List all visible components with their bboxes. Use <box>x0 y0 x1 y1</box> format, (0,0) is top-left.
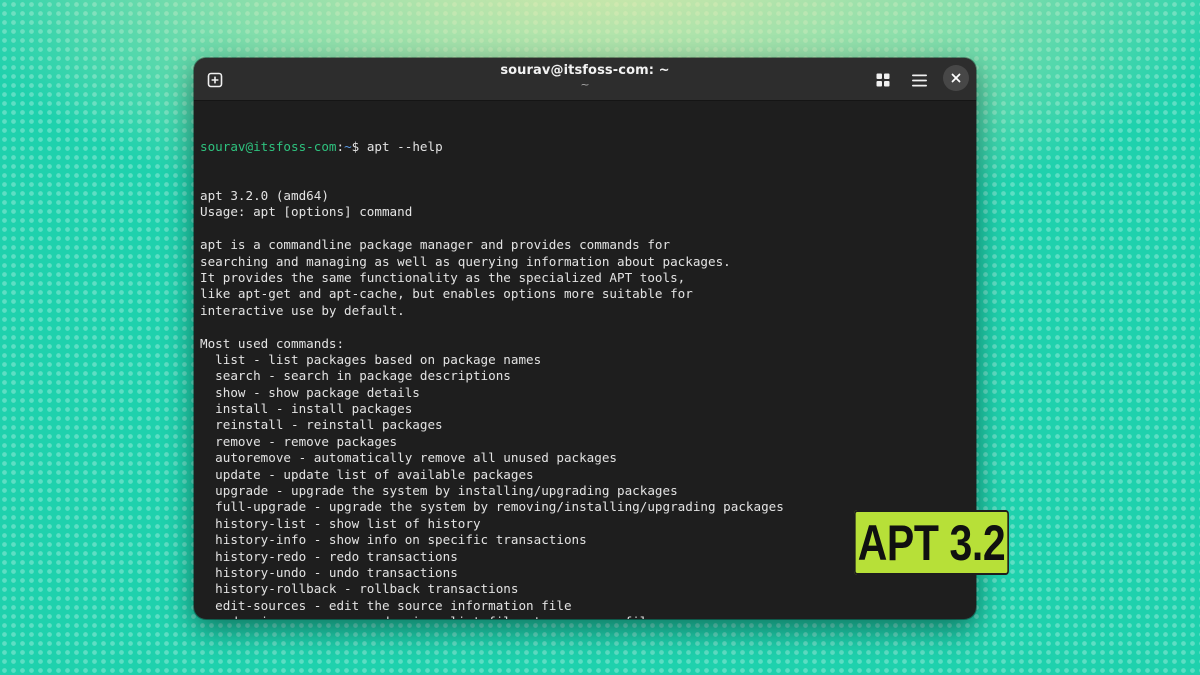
output-line: show - show package details <box>200 384 420 400</box>
output-line: like apt-get and apt-cache, but enables … <box>200 286 693 302</box>
output-line: install - install packages <box>200 401 413 417</box>
close-button[interactable] <box>943 65 969 91</box>
output-line: reinstall - reinstall packages <box>200 417 443 433</box>
prompt-command: apt --help <box>366 138 443 154</box>
hamburger-menu-icon <box>911 74 927 86</box>
tab-overview-grid-icon <box>876 73 890 87</box>
output-line: history-rollback - rollback transactions <box>200 581 519 597</box>
main-menu-button[interactable] <box>906 67 932 93</box>
output-line: Most used commands: <box>200 335 345 351</box>
output-line: autoremove - automatically remove all un… <box>200 450 618 466</box>
output-line: remove - remove packages <box>200 433 398 449</box>
output-line: modernize-sources - modernize .list file… <box>200 614 976 619</box>
window-title: sourav@itsfoss-com: ~ <box>500 63 670 78</box>
output-line: upgrade - upgrade the system by installi… <box>200 483 678 499</box>
output-line: apt is a commandline package manager and… <box>200 237 671 253</box>
prompt-path: ~ <box>344 138 352 154</box>
prompt-symbol: $ <box>351 138 367 154</box>
apt-version-badge: APT 3.2 <box>854 510 1009 575</box>
output-line: searching and managing as well as queryi… <box>200 253 731 269</box>
prompt-user-host: sourav@itsfoss-com <box>200 138 337 154</box>
window-subtitle: ~ <box>580 78 590 91</box>
prompt-colon: : <box>336 138 345 154</box>
output-line: list - list packages based on package na… <box>200 351 542 367</box>
output-line: update - update list of available packag… <box>200 466 534 482</box>
output-line: interactive use by default. <box>200 302 405 318</box>
output-line: It provides the same functionality as th… <box>200 269 686 285</box>
title-bar[interactable]: sourav@itsfoss-com: ~ ~ <box>194 58 976 101</box>
badge-text: APT 3.2 <box>857 514 1006 571</box>
output-line: edit-sources - edit the source informati… <box>200 597 572 613</box>
window-title-area: sourav@itsfoss-com: ~ ~ <box>194 63 976 91</box>
output-line: search - search in package descriptions <box>200 368 511 384</box>
output-line: Usage: apt [options] command <box>200 204 413 220</box>
output-line: apt 3.2.0 (amd64) <box>200 188 329 204</box>
close-icon <box>951 73 961 83</box>
tab-overview-button[interactable] <box>870 67 896 93</box>
prompt-line: sourav@itsfoss-com:~$ apt --help <box>200 139 976 155</box>
